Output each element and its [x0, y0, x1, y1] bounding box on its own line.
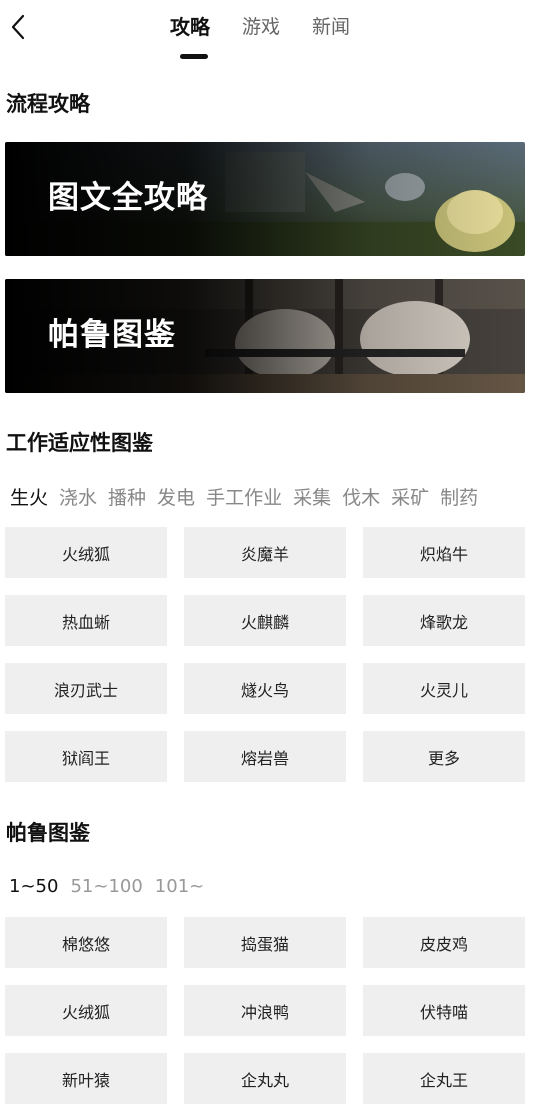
- category-tab[interactable]: 伐木: [342, 484, 380, 512]
- banner-pal-index[interactable]: 帕鲁图鉴: [5, 279, 525, 393]
- tab-guide[interactable]: 攻略: [170, 14, 210, 40]
- category-tab[interactable]: 手工作业: [206, 484, 282, 512]
- pal-grid-item[interactable]: 狱阎王: [5, 731, 167, 782]
- category-tab[interactable]: 生火: [10, 484, 48, 512]
- category-tab[interactable]: 制药: [440, 484, 478, 512]
- work-category-tabs: 生火 浇水 播种 发电 手工作业 采集 伐木 采矿 制药: [10, 484, 489, 512]
- category-tab[interactable]: 采矿: [391, 484, 429, 512]
- tab-news[interactable]: 新闻: [312, 14, 350, 40]
- active-tab-indicator: [180, 54, 208, 59]
- pal-grid-item[interactable]: 火麒麟: [184, 595, 346, 646]
- pal-grid-item[interactable]: 炎魔羊: [184, 527, 346, 578]
- work-section-title: 工作适应性图鉴: [6, 431, 153, 455]
- back-icon[interactable]: [6, 12, 30, 42]
- tab-bar: 攻略 游戏 新闻: [170, 14, 382, 40]
- pal-grid-item[interactable]: 伏特喵: [363, 985, 525, 1036]
- pal-grid-item[interactable]: 热血蜥: [5, 595, 167, 646]
- range-tab[interactable]: 51~100: [70, 874, 142, 900]
- pal-grid-item[interactable]: 棉悠悠: [5, 917, 167, 968]
- pal-grid-item[interactable]: 烽歌龙: [363, 595, 525, 646]
- pal-grid-item[interactable]: 火绒狐: [5, 985, 167, 1036]
- banner-full-guide-label: 图文全攻略: [48, 180, 208, 216]
- pal-range-tabs: 1~50 51~100 101~: [9, 874, 216, 900]
- range-tab[interactable]: 101~: [155, 874, 204, 900]
- category-tab[interactable]: 采集: [293, 484, 331, 512]
- category-tab[interactable]: 播种: [108, 484, 146, 512]
- pal-grid-item[interactable]: 燧火鸟: [184, 663, 346, 714]
- pal-grid-item[interactable]: 炽焰牛: [363, 527, 525, 578]
- banner-pal-index-label: 帕鲁图鉴: [48, 317, 176, 353]
- pal-grid-item[interactable]: 新叶猿: [5, 1053, 167, 1104]
- pal-grid-item[interactable]: 浪刃武士: [5, 663, 167, 714]
- pal-grid-item[interactable]: 熔岩兽: [184, 731, 346, 782]
- more-button[interactable]: 更多: [363, 731, 525, 782]
- pal-grid-item[interactable]: 皮皮鸡: [363, 917, 525, 968]
- pal-grid-item[interactable]: 捣蛋猫: [184, 917, 346, 968]
- range-tab[interactable]: 1~50: [9, 874, 58, 900]
- tab-games[interactable]: 游戏: [242, 14, 280, 40]
- process-section-title: 流程攻略: [6, 92, 90, 116]
- pal-section-title: 帕鲁图鉴: [6, 821, 90, 845]
- pal-grid-item[interactable]: 企丸王: [363, 1053, 525, 1104]
- category-tab[interactable]: 发电: [157, 484, 195, 512]
- top-bar: 攻略 游戏 新闻: [0, 0, 534, 64]
- banner-full-guide[interactable]: 图文全攻略: [5, 142, 525, 256]
- pal-grid-item[interactable]: 冲浪鸭: [184, 985, 346, 1036]
- pal-grid-item[interactable]: 火灵儿: [363, 663, 525, 714]
- category-tab[interactable]: 浇水: [59, 484, 97, 512]
- pal-grid-item[interactable]: 火绒狐: [5, 527, 167, 578]
- pal-grid-item[interactable]: 企丸丸: [184, 1053, 346, 1104]
